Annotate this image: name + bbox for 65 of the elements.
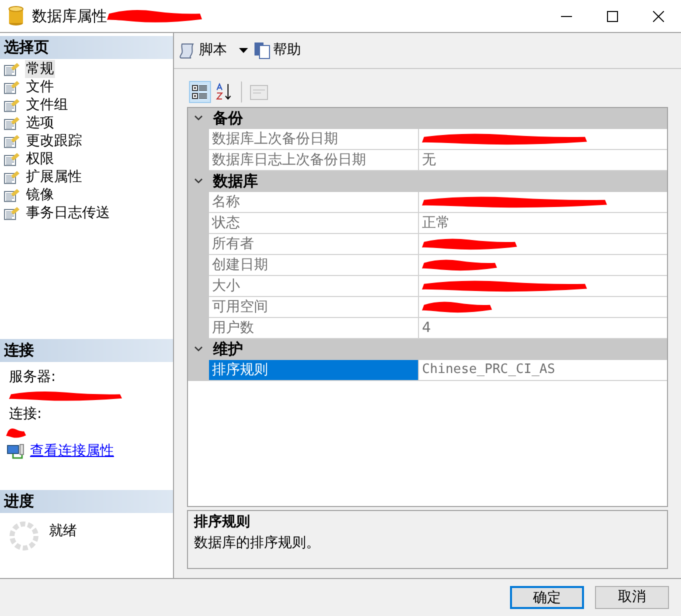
script-button[interactable]: 脚本	[179, 40, 227, 61]
property-value-text: 无	[422, 150, 436, 170]
property-name[interactable]: 用户数	[209, 318, 419, 339]
dialog-button[interactable]: 确定	[510, 586, 584, 609]
property-name[interactable]: 名称	[209, 192, 419, 213]
page-label[interactable]: 文件组	[25, 96, 69, 114]
category-label: 备份	[213, 108, 243, 129]
scroll-icon	[179, 42, 196, 59]
category-label: 数据库	[213, 170, 258, 192]
maximize-icon	[606, 10, 618, 22]
description-text: 数据库的排序规则。	[194, 534, 321, 553]
property-name[interactable]: 数据库上次备份日期	[209, 129, 419, 150]
properties-page-icon	[3, 169, 21, 185]
properties-page-icon	[3, 79, 21, 95]
property-value-text: Chinese_PRC_CI_AS	[422, 361, 556, 380]
chevron-down-icon[interactable]	[194, 346, 203, 352]
category-row[interactable]: 维护	[188, 339, 667, 360]
view-connection-properties-link[interactable]: 查看连接属性	[30, 441, 114, 462]
property-name[interactable]: 所有者	[209, 234, 419, 255]
property-value-text: 正常	[422, 214, 450, 232]
dropdown-caret-icon[interactable]	[239, 48, 248, 53]
categorized-view-button[interactable]	[189, 81, 211, 103]
section-header: 选择页	[0, 36, 173, 59]
redaction-mark	[422, 300, 492, 314]
help-document-icon	[254, 42, 270, 59]
progress-status: 就绪	[49, 522, 77, 541]
properties-page-icon	[3, 133, 21, 149]
page-label[interactable]: 扩展属性	[25, 168, 83, 186]
chevron-down-icon[interactable]	[194, 115, 203, 121]
page-label[interactable]: 常规	[25, 60, 55, 78]
properties-page-icon	[3, 61, 21, 77]
property-name[interactable]: 创建日期	[209, 255, 419, 276]
database-icon	[8, 6, 24, 26]
server-label: 服务器:	[9, 368, 57, 387]
page-label[interactable]: 更改跟踪	[25, 132, 83, 150]
spinner-icon	[9, 521, 39, 551]
properties-page-icon	[3, 205, 21, 221]
category-label: 维护	[213, 338, 243, 360]
property-name[interactable]: 排序规则	[209, 360, 419, 381]
page-label[interactable]: 选项	[25, 114, 55, 132]
property-name[interactable]: 可用空间	[209, 297, 419, 318]
section-header: 连接	[0, 339, 173, 362]
close-icon	[652, 10, 664, 22]
properties-page-icon	[3, 187, 21, 203]
dialog-button[interactable]: 取消	[595, 586, 669, 609]
property-value-text: 4	[422, 318, 431, 338]
property-name[interactable]: 数据库日志上次备份日期	[209, 150, 419, 171]
properties-page-icon	[3, 115, 21, 131]
properties-page-icon	[3, 151, 21, 167]
page-label[interactable]: 镜像	[25, 186, 55, 204]
connection-label: 连接:	[9, 405, 43, 424]
window-title: 数据库属性	[32, 6, 107, 27]
page-label[interactable]: 文件	[25, 78, 55, 96]
description-title: 排序规则	[194, 512, 251, 532]
page-label[interactable]: 权限	[25, 150, 55, 168]
section-header: 进度	[0, 490, 173, 513]
property-name[interactable]: 大小	[209, 276, 419, 297]
property-name[interactable]: 状态	[209, 213, 419, 234]
computer-icon	[7, 444, 24, 460]
properties-page-icon	[3, 97, 21, 113]
category-row[interactable]: 数据库	[188, 171, 667, 192]
page-label[interactable]: 事务日志传送	[25, 204, 111, 222]
chevron-down-icon[interactable]	[194, 178, 203, 184]
help-button[interactable]: 帮助	[254, 40, 301, 61]
category-row[interactable]: 备份	[188, 108, 667, 129]
